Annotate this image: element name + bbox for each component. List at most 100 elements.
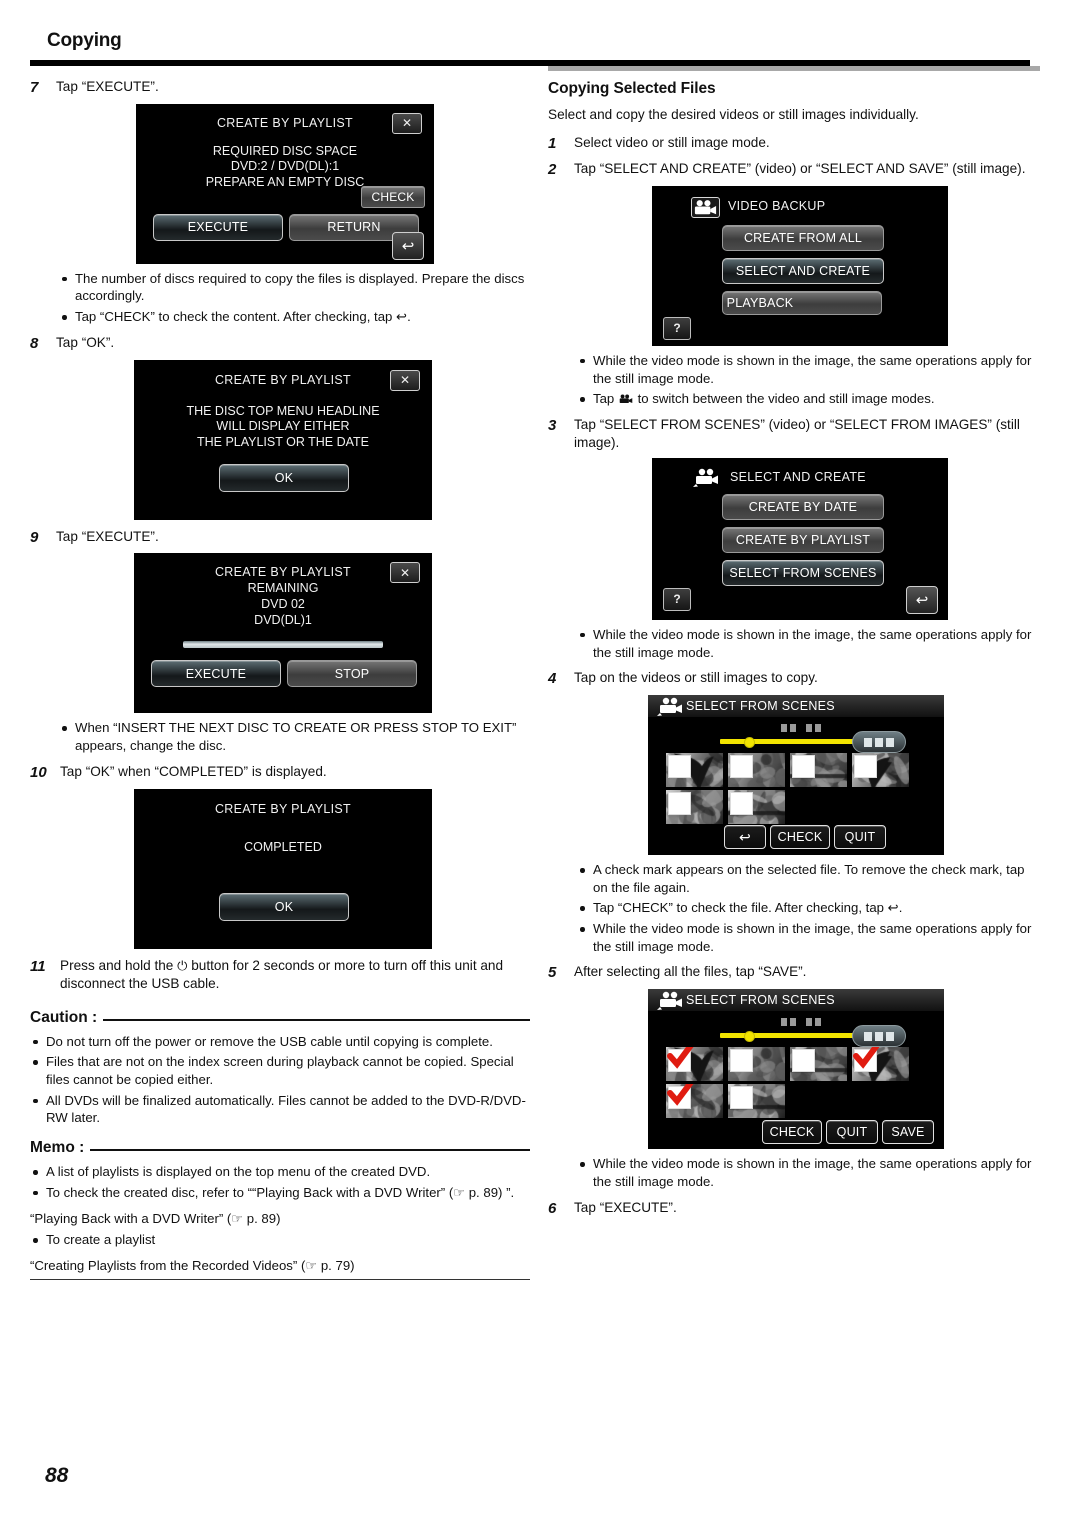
- thumbnail[interactable]: [728, 753, 785, 788]
- list-item: Files that are not on the index screen d…: [30, 1053, 530, 1088]
- help-icon[interactable]: ?: [663, 587, 691, 611]
- timeline-slider[interactable]: [720, 737, 860, 749]
- close-icon[interactable]: ✕: [390, 562, 420, 584]
- checkbox[interactable]: [730, 792, 753, 816]
- checkbox[interactable]: [792, 1049, 815, 1073]
- page-indicator-dots: [781, 1018, 821, 1027]
- step-number: 10: [30, 763, 47, 781]
- close-icon[interactable]: ✕: [392, 112, 422, 134]
- body-line-1: COMPLETED: [244, 839, 322, 854]
- checkbox[interactable]: [668, 792, 691, 816]
- quit-button[interactable]: QUIT: [826, 1120, 878, 1145]
- bullets-after-step-7: The number of discs required to copy the…: [59, 270, 530, 326]
- thumbnail[interactable]: [790, 753, 847, 788]
- thumbnail[interactable]: [728, 790, 785, 825]
- screen-completed: CREATE BY PLAYLIST COMPLETED OK: [134, 788, 432, 949]
- thumbnail[interactable]: [790, 1047, 847, 1082]
- body-line-2: DVD 02: [261, 597, 305, 612]
- check-button[interactable]: CHECK: [770, 825, 830, 850]
- checkbox[interactable]: [730, 1049, 753, 1073]
- video-mode-icon: [618, 392, 634, 404]
- check-icon: [853, 1047, 880, 1070]
- view-mode-button[interactable]: [852, 1025, 906, 1048]
- create-from-all-button[interactable]: CREATE FROM ALL: [722, 224, 884, 251]
- check-icon: [667, 1084, 694, 1107]
- step-6: 6 Tap “EXECUTE”.: [548, 1199, 1040, 1219]
- checkbox[interactable]: [854, 755, 877, 779]
- thumbnail[interactable]: [666, 753, 723, 788]
- checkbox[interactable]: [792, 755, 815, 779]
- list-item: The number of discs required to copy the…: [59, 270, 530, 305]
- back-icon[interactable]: ↩: [906, 585, 938, 614]
- step-text: Tap “SELECT AND CREATE” (video) or “SELE…: [574, 161, 1026, 177]
- bullet-text-post: to switch between the video and still im…: [633, 391, 935, 407]
- thumbnail[interactable]: [666, 790, 723, 825]
- slider-knob[interactable]: [744, 1031, 755, 1043]
- view-mode-button[interactable]: [852, 731, 906, 754]
- screen-top-menu-headline: CREATE BY PLAYLIST ✕ THE DISC TOP MENU H…: [134, 359, 432, 520]
- progress-bar: [183, 641, 383, 649]
- list-item: While the video mode is shown in the ima…: [577, 352, 1040, 387]
- list-item: Tap “CHECK” to check the content. After …: [59, 308, 530, 326]
- thumbnail[interactable]: [728, 1084, 785, 1119]
- quit-button[interactable]: QUIT: [834, 825, 886, 850]
- stop-button[interactable]: STOP: [287, 660, 417, 688]
- bullets-after-step-5: While the video mode is shown in the ima…: [577, 1155, 1040, 1190]
- memo-link-1[interactable]: “Playing Back with a DVD Writer” (☞ p. 8…: [30, 1210, 530, 1228]
- save-button[interactable]: SAVE: [882, 1120, 934, 1145]
- section-lead: Select and copy the desired videos or st…: [548, 107, 919, 122]
- section-top-divider: [548, 66, 1040, 71]
- timeline-slider[interactable]: [720, 1031, 860, 1043]
- video-mode-icon[interactable]: [691, 196, 720, 218]
- screen-header: SELECT FROM SCENES: [648, 989, 944, 1012]
- back-icon[interactable]: ↩: [724, 825, 766, 850]
- list-item: A list of playlists is displayed on the …: [30, 1163, 530, 1181]
- screen-title: CREATE BY PLAYLIST: [214, 372, 351, 387]
- memo-heading: Memo :: [30, 1139, 530, 1157]
- checkbox[interactable]: [668, 755, 691, 779]
- checkbox[interactable]: [730, 1086, 753, 1110]
- help-icon[interactable]: ?: [663, 316, 691, 340]
- check-button[interactable]: CHECK: [361, 185, 425, 208]
- screen-body: REMAINING DVD 02 DVD(DL)1: [134, 581, 432, 628]
- section-end-divider: [30, 1278, 530, 1281]
- step-7: 7 Tap “EXECUTE”.: [30, 78, 530, 98]
- select-from-scenes-button[interactable]: SELECT FROM SCENES: [722, 559, 884, 586]
- back-icon[interactable]: ↩: [392, 231, 424, 260]
- screen-header: SELECT FROM SCENES: [648, 695, 944, 718]
- list-item: A check mark appears on the selected fil…: [577, 861, 1040, 896]
- thumbnail[interactable]: [852, 753, 909, 788]
- create-by-playlist-button[interactable]: CREATE BY PLAYLIST: [722, 526, 884, 553]
- memo-link-2[interactable]: “Creating Playlists from the Recorded Vi…: [30, 1257, 530, 1275]
- check-button[interactable]: CHECK: [762, 1120, 822, 1145]
- screen-title: SELECT AND CREATE: [730, 469, 866, 484]
- ok-button[interactable]: OK: [219, 892, 349, 921]
- create-by-date-button[interactable]: CREATE BY DATE: [722, 493, 884, 520]
- step-number: 6: [548, 1199, 557, 1217]
- ok-button[interactable]: OK: [219, 463, 349, 492]
- slider-knob[interactable]: [744, 737, 755, 749]
- video-mode-icon[interactable]: [692, 468, 720, 488]
- screen-title: CREATE BY PLAYLIST: [214, 565, 351, 580]
- checkbox[interactable]: [730, 755, 753, 779]
- close-icon[interactable]: ✕: [390, 369, 420, 391]
- list-item: Tap “CHECK” to check the file. After che…: [577, 899, 1040, 917]
- bullets-after-step-9: When “INSERT THE NEXT DISC TO CREATE OR …: [59, 719, 530, 754]
- screen-body: COMPLETED: [134, 840, 432, 856]
- screen-title: SELECT FROM SCENES: [686, 993, 835, 1008]
- video-mode-icon[interactable]: [656, 991, 684, 1011]
- select-and-create-button[interactable]: SELECT AND CREATE: [722, 257, 884, 284]
- step-text-a: Press and hold the: [60, 957, 178, 973]
- playback-button[interactable]: PLAYBACK: [722, 290, 882, 315]
- step-text: Press and hold the ⏻ button for 2 second…: [60, 957, 530, 993]
- execute-button[interactable]: EXECUTE: [153, 213, 283, 241]
- step-text: Tap “OK”.: [56, 334, 115, 350]
- video-mode-icon[interactable]: [656, 697, 684, 717]
- thumbnail[interactable]: [666, 1084, 723, 1119]
- step-number: 9: [30, 528, 39, 546]
- thumbnail[interactable]: [852, 1047, 909, 1082]
- screen-select-from-scenes-unchecked: SELECT FROM SCENES ↩ CHECK QUIT: [648, 695, 944, 856]
- execute-button[interactable]: EXECUTE: [151, 660, 281, 688]
- thumbnail[interactable]: [728, 1047, 785, 1082]
- thumbnail[interactable]: [666, 1047, 723, 1082]
